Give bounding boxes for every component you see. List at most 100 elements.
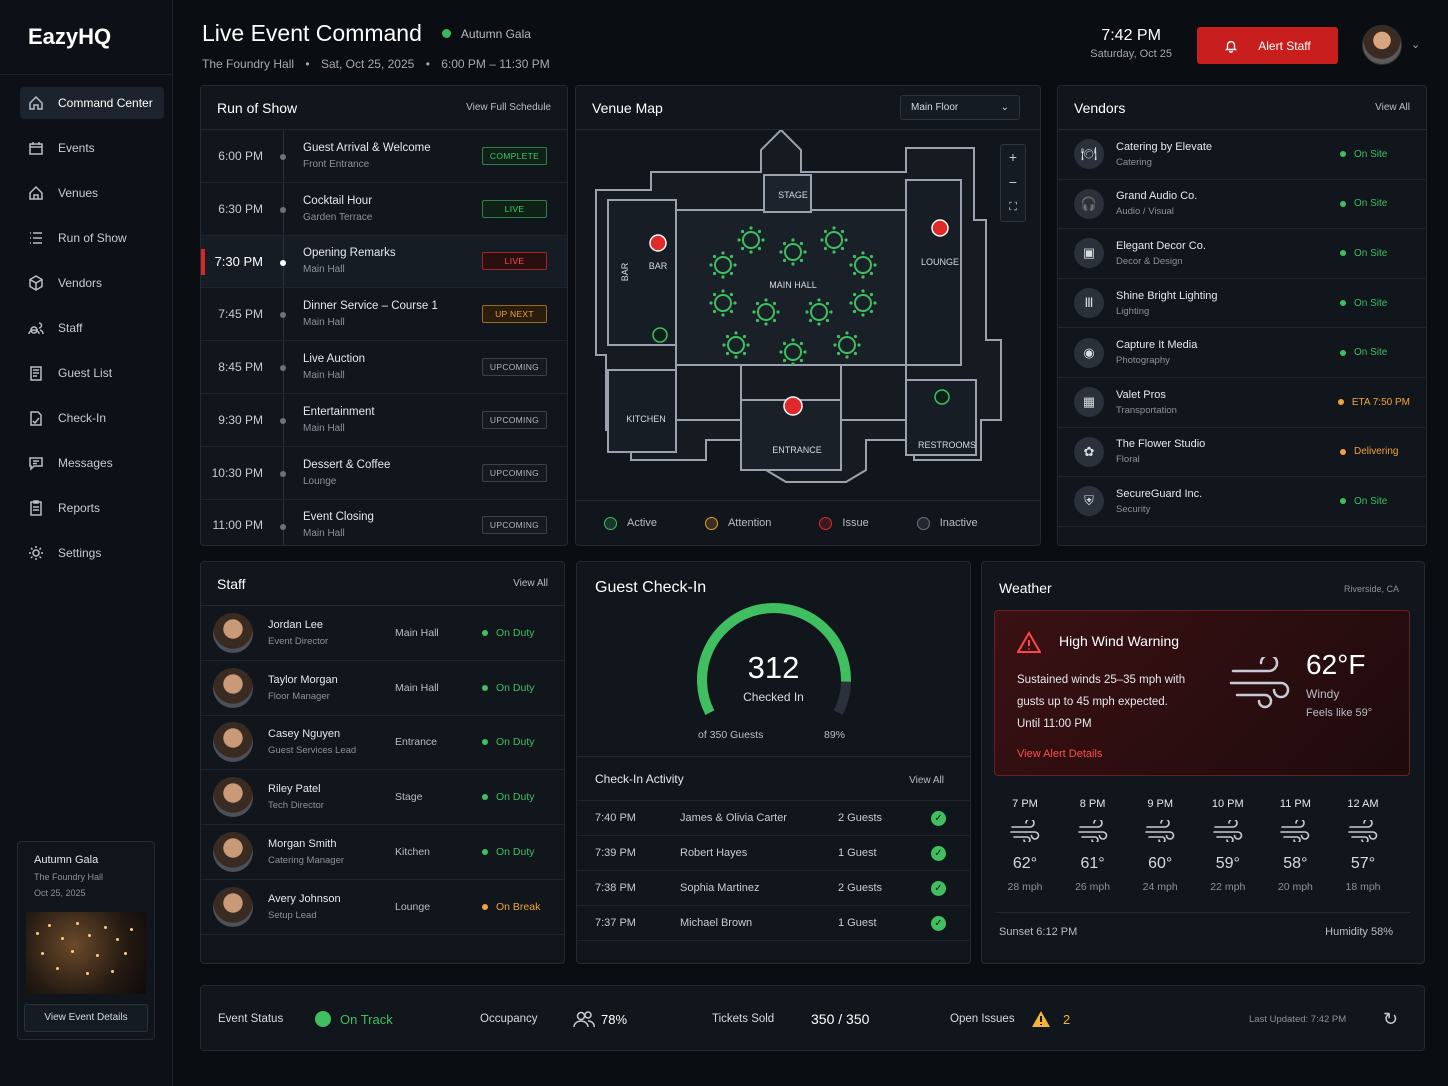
- wind-icon: [1280, 818, 1310, 844]
- staff-row[interactable]: Taylor Morgan Floor Manager Main Hall On Du…: [201, 661, 564, 716]
- refresh-icon[interactable]: ↻: [1383, 986, 1398, 1052]
- vendor-status: On Site: [1340, 149, 1410, 160]
- vendor-row[interactable]: 🎧 Grand Audio Co. Audio / Visual On Site: [1058, 180, 1426, 230]
- legend-label: Attention: [727, 517, 772, 529]
- active-marker-bar[interactable]: [652, 327, 668, 343]
- staff-row[interactable]: Morgan Smith Catering Manager Kitchen On Du…: [201, 825, 564, 880]
- view-event-details-button[interactable]: View Event Details: [24, 1004, 148, 1032]
- check-icon: ✓: [931, 915, 946, 931]
- forecast-temp: 59°: [1215, 855, 1240, 872]
- forecast-wind: 22 mph: [1210, 881, 1246, 893]
- checkin-row[interactable]: 7:39 PM Robert Hayes 1 Guest ✓: [577, 836, 970, 871]
- staff-location: Entrance: [395, 736, 438, 749]
- event-card-venue: The Foundry Hall: [34, 872, 104, 882]
- staff-view-all-link[interactable]: View All: [513, 578, 548, 589]
- forecast-time: 10 PM: [1211, 798, 1244, 810]
- string-light: [111, 970, 114, 973]
- nav-item-staff[interactable]: Staff: [20, 312, 164, 344]
- vendor-row[interactable]: ⛨ SecureGuard Inc. Security On Site: [1058, 477, 1426, 527]
- checkin-row[interactable]: 7:37 PM Michael Brown 1 Guest ✓: [577, 906, 970, 941]
- vendor-category: Audio / Visual: [1116, 206, 1174, 218]
- nav-item-messages[interactable]: Messages: [20, 447, 164, 479]
- schedule-row[interactable]: 9:30 PM Entertainment Main Hall UPCOMING: [201, 393, 567, 447]
- checkin-view-all-link[interactable]: View All: [909, 775, 944, 786]
- schedule-row[interactable]: 8:45 PM Live Auction Main Hall UPCOMING: [201, 341, 567, 394]
- vendor-row[interactable]: ◉ Capture It Media Photography On Site: [1058, 328, 1426, 378]
- timeline-dot: [280, 312, 286, 319]
- vendor-list: 🍽 Catering by Elevate Catering On Site 🎧 Gran…: [1058, 130, 1426, 527]
- open-issues: 2: [1031, 986, 1070, 1052]
- guest-count: 1 Guest: [838, 917, 877, 929]
- vendor-status-label: On Site: [1354, 198, 1388, 210]
- user-avatar[interactable]: [1362, 25, 1402, 65]
- zoom-out-button[interactable]: −: [1001, 170, 1025, 195]
- schedule-row[interactable]: 7:30 PM Opening Remarks Main Hall LIVE: [201, 235, 567, 289]
- floor-select[interactable]: Main Floor ⌄: [900, 95, 1020, 120]
- event-status-value: On Track: [340, 1011, 393, 1027]
- run-of-show-list: 6:00 PM Guest Arrival & Welcome Front Entr…: [201, 130, 567, 545]
- nav-item-check-in[interactable]: Check-In: [20, 402, 164, 434]
- forecast-hour: 7 PM 62° 28 mph: [992, 798, 1058, 893]
- checkin-row[interactable]: 7:38 PM Sophia Martinez 2 Guests ✓: [577, 871, 970, 906]
- chevron-down-icon[interactable]: ⌄: [1411, 38, 1420, 51]
- nav-item-reports[interactable]: Reports: [20, 492, 164, 524]
- nav-item-guest-list[interactable]: Guest List: [20, 357, 164, 389]
- timeline-dot: [280, 470, 286, 477]
- nav-item-venues[interactable]: Venues: [20, 177, 164, 209]
- schedule-row[interactable]: 6:30 PM Cocktail Hour Garden Terrace LIVE: [201, 182, 567, 236]
- staff-row[interactable]: Jordan Lee Event Director Main Hall On Duty: [201, 606, 564, 661]
- status-badge: UP NEXT: [482, 305, 547, 324]
- fit-screen-button[interactable]: ⛶: [1001, 195, 1025, 220]
- room-label-main-hall: MAIN HALL: [769, 280, 817, 290]
- staff-row[interactable]: Avery Johnson Setup Lead Lounge On Break: [201, 880, 564, 935]
- nav-item-settings[interactable]: Settings: [20, 537, 164, 569]
- nav-item-events[interactable]: Events: [20, 132, 164, 164]
- active-marker-restrooms[interactable]: [934, 389, 950, 405]
- forecast-time: 7 PM: [1012, 798, 1038, 810]
- wind-icon: [1212, 818, 1243, 844]
- forecast-hour: 11 PM 58° 20 mph: [1262, 798, 1328, 893]
- vendor-logo-icon: Ⅲ: [1074, 288, 1104, 319]
- schedule-name: Guest Arrival & Welcome: [303, 141, 431, 154]
- staff-row[interactable]: Riley Patel Tech Director Stage On Duty: [201, 770, 564, 826]
- guest-name: Robert Hayes: [680, 847, 748, 859]
- header-subtitle: The Foundry Hall • Sat, Oct 25, 2025 • 6…: [202, 57, 550, 71]
- issue-marker-bar[interactable]: [649, 234, 667, 252]
- status-dot: [1340, 200, 1346, 207]
- staff-status: On Break: [482, 901, 540, 913]
- vendor-row[interactable]: 🍽 Catering by Elevate Catering On Site: [1058, 130, 1426, 180]
- checkin-row[interactable]: 7:40 PM James & Olivia Carter 2 Guests ✓: [577, 801, 970, 836]
- vendor-row[interactable]: ▣ Elegant Decor Co. Decor & Design On Site: [1058, 229, 1426, 279]
- building-icon: [29, 185, 43, 200]
- zoom-controls: + − ⛶: [1000, 144, 1026, 222]
- vendor-row[interactable]: ▦ Valet Pros Transportation ETA 7:50 PM: [1058, 378, 1426, 428]
- schedule-row[interactable]: 7:45 PM Dinner Service – Course 1 Main Hal…: [201, 288, 567, 342]
- wind-icon: [1010, 818, 1040, 844]
- nav-item-command-center[interactable]: Command Center: [20, 87, 164, 119]
- status-dot: [1340, 448, 1346, 455]
- schedule-row[interactable]: 11:00 PM Event Closing Main Hall UPCOMING: [201, 499, 567, 545]
- vendor-row[interactable]: ✿ The Flower Studio Floral Delivering: [1058, 428, 1426, 478]
- schedule-row[interactable]: 10:30 PM Dessert & Coffee Lounge UPCOMING: [201, 446, 567, 500]
- schedule-time: 11:00 PM: [212, 518, 263, 533]
- app-logo: EazyHQ: [0, 0, 172, 75]
- alert-staff-button[interactable]: Alert Staff: [1197, 27, 1338, 64]
- view-full-schedule-link[interactable]: View Full Schedule: [466, 102, 551, 113]
- open-issues-count: 2: [1063, 1011, 1071, 1027]
- clock-date: Saturday, Oct 25: [1090, 48, 1172, 60]
- view-alert-details-link[interactable]: View Alert Details: [1017, 748, 1102, 760]
- staff-name: Morgan Smith: [268, 838, 337, 851]
- nav-item-run-of-show[interactable]: Run of Show: [20, 222, 164, 254]
- staff-row[interactable]: Casey Nguyen Guest Services Lead Entrance O…: [201, 716, 564, 771]
- zoom-in-button[interactable]: +: [1001, 145, 1025, 170]
- staff-info: Jordan Lee Event Director: [268, 619, 395, 647]
- schedule-row[interactable]: 6:00 PM Guest Arrival & Welcome Front Entr…: [201, 130, 567, 183]
- issue-marker-lounge[interactable]: [931, 219, 949, 237]
- vendor-row[interactable]: Ⅲ Shine Bright Lighting Lighting On Site: [1058, 279, 1426, 329]
- occupancy: 78%: [573, 986, 627, 1052]
- nav-item-vendors[interactable]: Vendors: [20, 267, 164, 299]
- issue-marker-entrance[interactable]: [783, 396, 803, 416]
- vendors-view-all-link[interactable]: View All: [1375, 102, 1410, 113]
- status-dot: [1340, 250, 1346, 257]
- staff-status-label: On Duty: [496, 626, 535, 639]
